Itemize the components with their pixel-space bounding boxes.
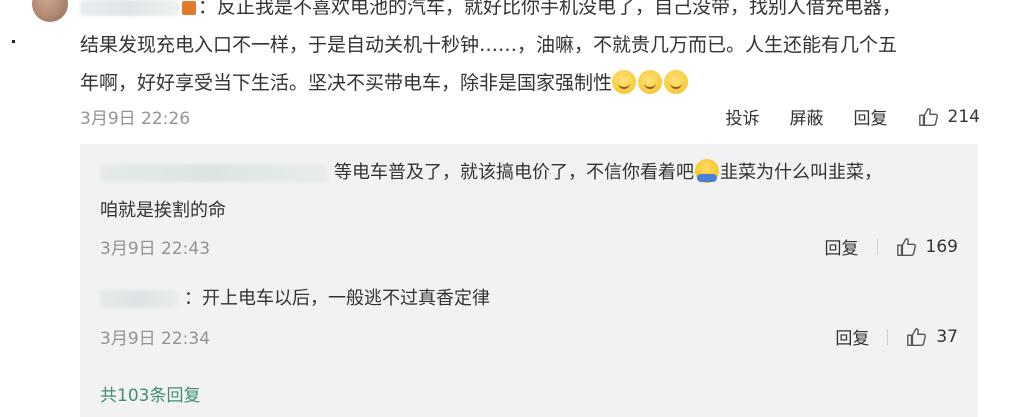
- reply-button[interactable]: 回复: [835, 324, 869, 349]
- thumbs-up-icon: [918, 107, 938, 126]
- main-comment-line-3: 年啊，好好享受当下生活。坚决不买带电车，除非是国家强制性: [80, 64, 985, 102]
- bullet-dot: [12, 40, 15, 43]
- smile-emoji-icon: [612, 70, 637, 94]
- report-button[interactable]: 投诉: [726, 104, 760, 129]
- username-blurred[interactable]: [100, 164, 328, 182]
- comment-thread: ：反正我是不喜欢电池的汽车，就好比你手机没电了，自己没带，找别人借充电器， 结果…: [0, 0, 1010, 417]
- reply-meta: 3月9日 22:43 回复 169: [100, 234, 960, 260]
- reply-time: 3月9日 22:34: [100, 329, 211, 349]
- main-comment-text: ：反正我是不喜欢电池的汽车，就好比你手机没电了，自己没带，找别人借充电器， 结果…: [80, 0, 985, 102]
- more-replies-link[interactable]: 共103条回复: [100, 381, 200, 406]
- reply-meta: 3月9日 22:34 回复 37: [100, 324, 960, 350]
- like-button[interactable]: 37: [906, 326, 958, 348]
- username-blurred[interactable]: [100, 290, 178, 308]
- thumbs-up-icon: [896, 237, 916, 256]
- reply-button[interactable]: 回复: [825, 234, 859, 259]
- main-comment-actions: 投诉 屏蔽 回复 214: [696, 104, 980, 130]
- reply-time: 3月9日 22:43: [100, 239, 211, 259]
- like-count: 37: [936, 326, 958, 347]
- smile-emoji-icon: [664, 70, 689, 94]
- main-comment-meta: 3月9日 22:26 投诉 屏蔽 回复 214: [80, 104, 980, 130]
- like-count: 214: [947, 106, 980, 127]
- username-blurred[interactable]: [80, 0, 180, 16]
- reply-button[interactable]: 回复: [854, 104, 888, 129]
- reply-actions: 回复 37: [835, 324, 958, 350]
- comment-time: 3月9日 22:26: [80, 109, 191, 129]
- reply-actions: 回复 169: [825, 234, 958, 260]
- like-button[interactable]: 169: [896, 236, 958, 258]
- reply-list: 等电车普及了，就该搞电价了，不信你看着吧 韭菜为什么叫韭菜， 咱就是挨割的命 3月…: [80, 144, 978, 417]
- block-button[interactable]: 屏蔽: [790, 104, 824, 129]
- reply-text-line-1: 等电车普及了，就该搞电价了，不信你看着吧 韭菜为什么叫韭菜，: [100, 158, 960, 188]
- avatar[interactable]: [32, 0, 68, 22]
- hug-emoji-icon: [695, 159, 719, 183]
- main-comment-line-1: ：反正我是不喜欢电池的汽车，就好比你手机没电了，自己没带，找别人借充电器，: [80, 0, 985, 26]
- main-comment-line-2: 结果发现充电入口不一样，于是自动关机十秒钟……，油嘛，不就贵几万而已。人生还能有…: [80, 34, 898, 56]
- like-button[interactable]: 214: [918, 106, 980, 128]
- like-count: 169: [925, 236, 958, 257]
- reply-item: 等电车普及了，就该搞电价了，不信你看着吧 韭菜为什么叫韭菜， 咱就是挨割的命: [100, 158, 960, 226]
- divider: [887, 328, 889, 345]
- divider: [876, 238, 878, 255]
- thumbs-up-icon: [907, 327, 927, 346]
- reply-item: ：开上电车以后，一般逃不过真香定律: [100, 284, 960, 314]
- reply-text-line-2: 咱就是挨割的命: [100, 200, 226, 221]
- smile-emoji-icon: [638, 70, 663, 94]
- badge-icon: [182, 0, 196, 15]
